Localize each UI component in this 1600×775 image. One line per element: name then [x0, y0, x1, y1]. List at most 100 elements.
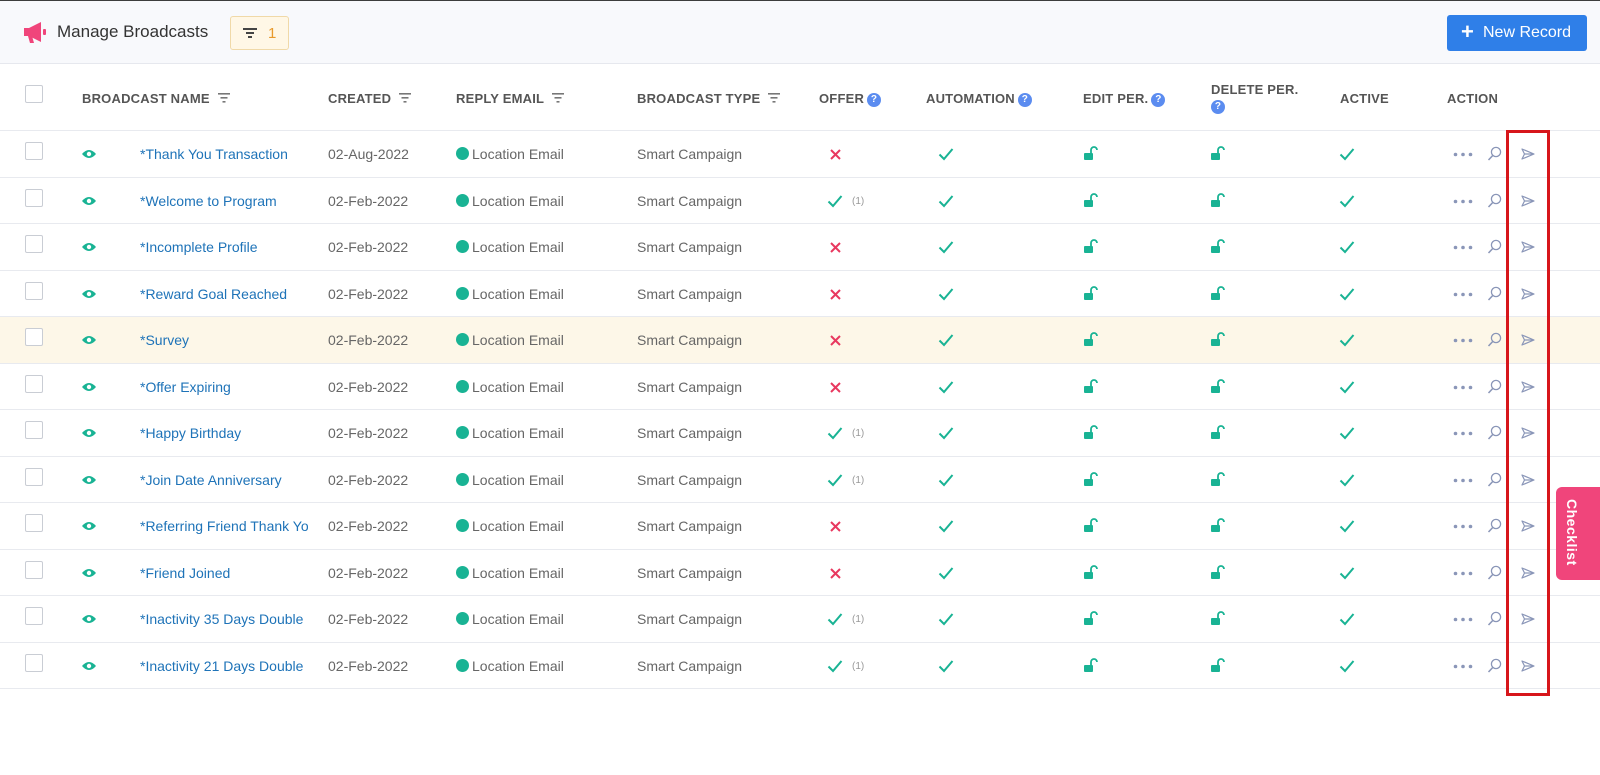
- more-options-icon[interactable]: [1453, 431, 1473, 436]
- sort-icon[interactable]: [399, 93, 412, 103]
- eye-icon[interactable]: [81, 613, 97, 625]
- row-checkbox[interactable]: [25, 374, 43, 393]
- row-checkbox[interactable]: [25, 188, 43, 207]
- search-icon[interactable]: [1487, 472, 1502, 488]
- eye-icon[interactable]: [81, 567, 97, 579]
- broadcast-name-link[interactable]: *Referring Friend Thank Yo: [140, 518, 308, 534]
- select-all-checkbox[interactable]: [25, 85, 43, 103]
- delete-permission-lock-icon[interactable]: [1210, 471, 1226, 487]
- table-row[interactable]: *Thank You Transaction 02-Aug-2022 Locatio…: [0, 131, 1600, 178]
- sort-icon[interactable]: [217, 93, 230, 103]
- delete-permission-lock-icon[interactable]: [1210, 239, 1226, 254]
- search-icon[interactable]: [1487, 332, 1502, 348]
- search-icon[interactable]: [1487, 565, 1502, 581]
- eye-icon[interactable]: [81, 427, 97, 439]
- sort-icon[interactable]: [768, 93, 781, 103]
- edit-permission-lock-icon[interactable]: [1083, 425, 1099, 440]
- broadcast-name-link[interactable]: *Happy Birthday: [140, 425, 308, 441]
- edit-permission-lock-icon[interactable]: [1083, 564, 1099, 580]
- search-icon[interactable]: [1487, 286, 1502, 302]
- new-record-button[interactable]: + New Record: [1447, 15, 1587, 51]
- delete-permission-lock-icon[interactable]: [1210, 425, 1226, 440]
- more-options-icon[interactable]: [1453, 617, 1473, 622]
- delete-permission-lock-icon[interactable]: [1210, 192, 1226, 208]
- search-icon[interactable]: [1487, 193, 1502, 209]
- edit-permission-lock-icon[interactable]: [1083, 239, 1099, 254]
- more-options-icon[interactable]: [1453, 152, 1473, 157]
- eye-icon[interactable]: [81, 334, 97, 346]
- row-checkbox[interactable]: [25, 607, 43, 625]
- row-checkbox[interactable]: [25, 514, 43, 532]
- broadcast-name-link[interactable]: *Friend Joined: [140, 565, 308, 581]
- table-row[interactable]: *Offer Expiring 02-Feb-2022 Location Email…: [0, 364, 1600, 410]
- eye-icon[interactable]: [81, 288, 97, 300]
- col-broadcast-name[interactable]: BROADCAST NAME: [82, 91, 230, 106]
- help-icon[interactable]: ?: [1211, 100, 1225, 114]
- edit-permission-lock-icon[interactable]: [1083, 657, 1099, 673]
- broadcast-name-link[interactable]: *Reward Goal Reached: [140, 286, 308, 302]
- eye-icon[interactable]: [81, 660, 97, 672]
- edit-permission-lock-icon[interactable]: [1083, 471, 1099, 487]
- col-broadcast-type[interactable]: BROADCAST TYPE: [637, 91, 781, 106]
- table-row[interactable]: *Friend Joined 02-Feb-2022 Location Email S…: [0, 550, 1600, 596]
- search-icon[interactable]: [1487, 611, 1502, 627]
- search-icon[interactable]: [1487, 518, 1502, 534]
- table-row[interactable]: *Reward Goal Reached 02-Feb-2022 Location …: [0, 271, 1600, 317]
- table-row[interactable]: *Welcome to Program 02-Feb-2022 Location E…: [0, 178, 1600, 224]
- broadcast-name-link[interactable]: *Welcome to Program: [140, 193, 308, 209]
- edit-permission-lock-icon[interactable]: [1083, 146, 1099, 161]
- broadcast-name-link[interactable]: *Survey: [140, 332, 308, 348]
- edit-permission-lock-icon[interactable]: [1083, 611, 1099, 626]
- broadcast-name-link[interactable]: *Offer Expiring: [140, 379, 308, 395]
- eye-icon[interactable]: [81, 241, 97, 253]
- row-checkbox[interactable]: [25, 328, 43, 346]
- eye-icon[interactable]: [81, 520, 97, 532]
- help-icon[interactable]: ?: [867, 93, 882, 107]
- checklist-tab[interactable]: Checklist: [1556, 487, 1600, 580]
- table-row[interactable]: *Survey 02-Feb-2022 Location Email Smart Ca…: [0, 317, 1600, 364]
- row-checkbox[interactable]: [25, 653, 43, 672]
- filter-chip[interactable]: 1: [230, 16, 289, 50]
- edit-permission-lock-icon[interactable]: [1083, 332, 1099, 347]
- table-row[interactable]: *Join Date Anniversary 02-Feb-2022 Locatio…: [0, 457, 1600, 503]
- help-icon[interactable]: ?: [1017, 93, 1032, 107]
- edit-permission-lock-icon[interactable]: [1083, 285, 1099, 301]
- row-checkbox[interactable]: [25, 467, 43, 486]
- search-icon[interactable]: [1487, 146, 1502, 162]
- broadcast-name-link[interactable]: *Incomplete Profile: [140, 239, 308, 255]
- row-checkbox[interactable]: [25, 235, 43, 253]
- table-row[interactable]: *Inactivity 21 Days Double 02-Feb-2022 Loc…: [0, 643, 1600, 689]
- broadcast-name-link[interactable]: *Inactivity 35 Days Double: [140, 611, 308, 627]
- edit-permission-lock-icon[interactable]: [1083, 192, 1099, 208]
- delete-permission-lock-icon[interactable]: [1210, 378, 1226, 394]
- broadcast-name-link[interactable]: *Join Date Anniversary: [140, 472, 308, 488]
- more-options-icon[interactable]: [1453, 385, 1473, 390]
- delete-permission-lock-icon[interactable]: [1210, 657, 1226, 673]
- edit-permission-lock-icon[interactable]: [1083, 378, 1099, 394]
- eye-icon[interactable]: [81, 148, 97, 160]
- delete-permission-lock-icon[interactable]: [1210, 285, 1226, 301]
- row-checkbox[interactable]: [25, 281, 43, 300]
- broadcast-name-link[interactable]: *Inactivity 21 Days Double: [140, 658, 308, 674]
- col-created[interactable]: CREATED: [328, 91, 412, 106]
- delete-permission-lock-icon[interactable]: [1210, 146, 1226, 161]
- delete-permission-lock-icon[interactable]: [1210, 611, 1226, 626]
- sort-icon[interactable]: [551, 93, 564, 103]
- eye-icon[interactable]: [81, 474, 97, 486]
- row-checkbox[interactable]: [25, 560, 43, 579]
- delete-permission-lock-icon[interactable]: [1210, 564, 1226, 580]
- search-icon[interactable]: [1487, 425, 1502, 441]
- more-options-icon[interactable]: [1453, 524, 1473, 529]
- broadcast-name-link[interactable]: *Thank You Transaction: [140, 146, 308, 162]
- more-options-icon[interactable]: [1453, 571, 1473, 576]
- help-icon[interactable]: ?: [1151, 93, 1166, 107]
- more-options-icon[interactable]: [1453, 199, 1473, 204]
- more-options-icon[interactable]: [1453, 338, 1473, 343]
- table-row[interactable]: *Referring Friend Thank Yo 02-Feb-2022 Loc…: [0, 503, 1600, 550]
- delete-permission-lock-icon[interactable]: [1210, 332, 1226, 347]
- search-icon[interactable]: [1487, 239, 1502, 255]
- row-checkbox[interactable]: [25, 421, 43, 439]
- more-options-icon[interactable]: [1453, 478, 1473, 483]
- table-row[interactable]: *Incomplete Profile 02-Feb-2022 Location E…: [0, 224, 1600, 271]
- table-row[interactable]: *Happy Birthday 02-Feb-2022 Location Email…: [0, 410, 1600, 457]
